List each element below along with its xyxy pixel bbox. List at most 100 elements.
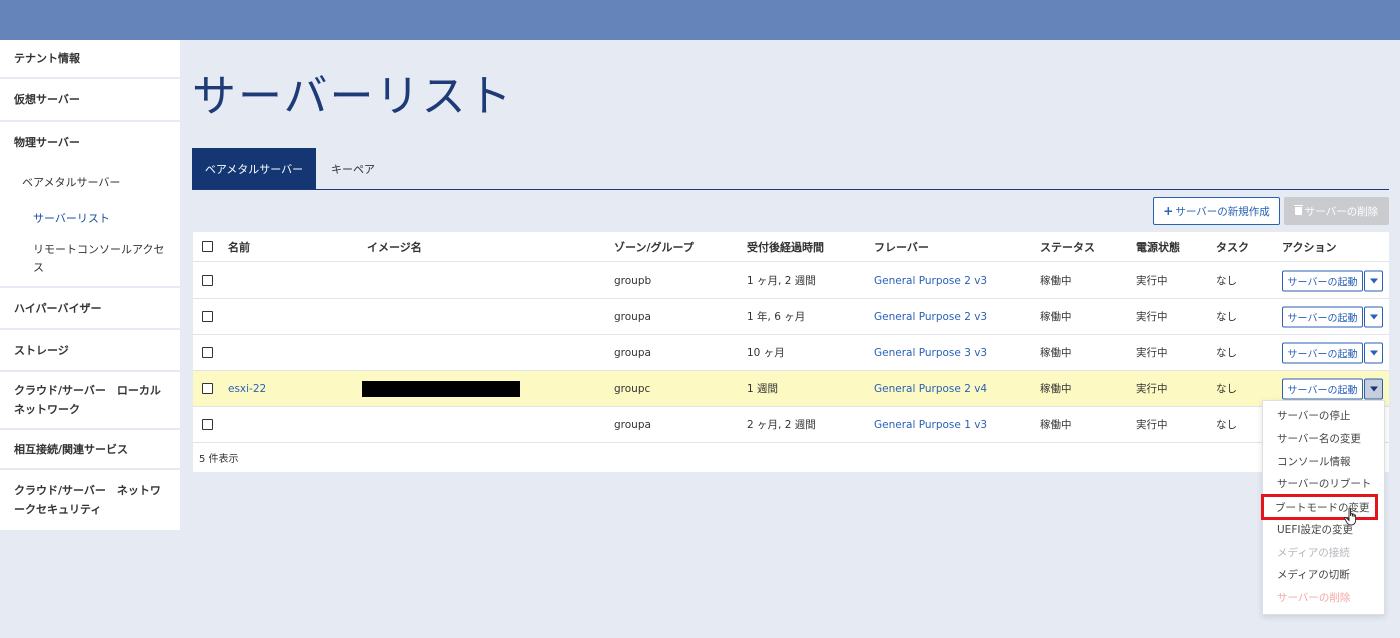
flavor-link[interactable]: General Purpose 3 v3 (874, 335, 987, 370)
menu-item-rename-server[interactable]: サーバー名の変更 (1263, 427, 1384, 449)
task-cell: なし (1216, 383, 1237, 395)
table-row: groupa 10 ヶ月 General Purpose 3 v3 稼働中 実行… (193, 335, 1389, 371)
power-cell: 実行中 (1136, 311, 1168, 323)
header-task[interactable]: タスク (1216, 232, 1249, 261)
menu-item-stop-server[interactable]: サーバーの停止 (1263, 404, 1384, 426)
row-checkbox[interactable] (202, 311, 213, 322)
row-count: 5 件表示 (199, 454, 239, 465)
menu-item-detach-media[interactable]: メディアの切断 (1263, 563, 1384, 585)
elapsed-cell: 10 ヶ月 (747, 347, 785, 359)
power-cell: 実行中 (1136, 347, 1168, 359)
sidebar-item-tenant-info[interactable]: テナント情報 (0, 40, 180, 79)
task-cell: なし (1216, 347, 1237, 359)
flavor-link[interactable]: General Purpose 2 v3 (874, 263, 987, 298)
zone-cell: groupa (614, 346, 651, 359)
start-server-button[interactable]: サーバーの起動 (1282, 342, 1363, 363)
sidebar-item-interconnect[interactable]: 相互接続/関連サービス (0, 430, 180, 470)
task-cell: なし (1216, 311, 1237, 323)
row-checkbox[interactable] (202, 347, 213, 358)
status-cell: 稼働中 (1040, 347, 1072, 359)
plus-icon: + (1163, 204, 1174, 218)
task-cell: なし (1216, 275, 1237, 287)
flavor-link[interactable]: General Purpose 2 v4 (874, 371, 987, 406)
flavor-link[interactable]: General Purpose 1 v3 (874, 407, 987, 442)
status-cell: 稼働中 (1040, 419, 1072, 431)
start-server-button[interactable]: サーバーの起動 (1282, 270, 1363, 291)
top-header-bar (0, 0, 1400, 40)
header-action: アクション (1282, 240, 1337, 254)
sidebar-item-server-list[interactable]: サーバーリスト (0, 202, 180, 236)
status-cell: 稼働中 (1040, 275, 1072, 287)
sidebar-item-physical-server[interactable]: 物理サーバー (0, 122, 180, 162)
tab-bar: ベアメタルサーバー キーペア (192, 148, 1389, 190)
action-menu-toggle[interactable] (1364, 342, 1383, 363)
table-row: groupb 1 ヶ月, 2 週間 General Purpose 2 v3 稼… (193, 263, 1389, 299)
server-name-link[interactable]: esxi-22 (228, 371, 266, 406)
server-table: 名前 イメージ名 ゾーン/グループ 受付後経過時間 フレーバー ステータス 電源… (193, 232, 1389, 472)
header-image[interactable]: イメージ名 (367, 232, 422, 261)
status-cell: 稼働中 (1040, 383, 1072, 395)
start-server-button[interactable]: サーバーの起動 (1282, 306, 1363, 327)
redacted-image-name (362, 380, 520, 397)
sidebar: テナント情報 仮想サーバー 物理サーバー ベアメタルサーバー サーバーリスト リ… (0, 40, 180, 638)
create-server-label: サーバーの新規作成 (1175, 205, 1270, 218)
create-server-button[interactable]: + サーバーの新規作成 (1153, 197, 1280, 225)
zone-cell: groupa (614, 310, 651, 323)
caret-down-icon (1369, 278, 1378, 283)
elapsed-cell: 1 週間 (747, 383, 779, 395)
action-menu-toggle[interactable] (1364, 378, 1383, 399)
zone-cell: groupb (614, 274, 652, 287)
caret-down-icon (1369, 350, 1378, 355)
table-row: groupa 2 ヶ月, 2 週間 General Purpose 1 v3 稼… (193, 407, 1389, 443)
table-header-row: 名前 イメージ名 ゾーン/グループ 受付後経過時間 フレーバー ステータス 電源… (193, 232, 1389, 262)
action-dropdown-menu: サーバーの停止 サーバー名の変更 コンソール情報 サーバーのリブート ブートモー… (1261, 400, 1385, 615)
status-cell: 稼働中 (1040, 311, 1072, 323)
trash-icon (1293, 205, 1303, 215)
table-row-selected: esxi-22 groupc 1 週間 General Purpose 2 v4… (193, 371, 1389, 407)
hand-pointer-icon (1344, 507, 1357, 526)
header-power[interactable]: 電源状態 (1136, 232, 1180, 261)
select-all-checkbox[interactable] (202, 241, 213, 252)
header-name[interactable]: 名前 (228, 232, 250, 261)
start-server-button[interactable]: サーバーの起動 (1282, 378, 1363, 399)
elapsed-cell: 1 年, 6 ヶ月 (747, 311, 806, 323)
menu-item-uefi-settings[interactable]: UEFI設定の変更 (1263, 518, 1384, 540)
header-flavor[interactable]: フレーバー (874, 232, 929, 261)
table-row: groupa 1 年, 6 ヶ月 General Purpose 2 v3 稼働… (193, 299, 1389, 335)
menu-item-change-boot-mode[interactable]: ブートモードの変更 (1261, 494, 1378, 520)
row-checkbox[interactable] (202, 383, 213, 394)
power-cell: 実行中 (1136, 383, 1168, 395)
delete-server-button[interactable]: サーバーの削除 (1284, 197, 1389, 225)
sidebar-item-baremetal-server[interactable]: ベアメタルサーバー (0, 162, 180, 202)
row-checkbox[interactable] (202, 275, 213, 286)
sidebar-item-storage[interactable]: ストレージ (0, 330, 180, 372)
elapsed-cell: 1 ヶ月, 2 週間 (747, 275, 816, 287)
row-checkbox[interactable] (202, 419, 213, 430)
tab-keypair[interactable]: キーペア (316, 148, 390, 189)
menu-item-attach-media[interactable]: メディアの接続 (1263, 541, 1384, 563)
sidebar-item-local-network[interactable]: クラウド/サーバー ローカルネットワーク (0, 372, 180, 430)
caret-down-icon (1369, 386, 1378, 391)
power-cell: 実行中 (1136, 275, 1168, 287)
header-status[interactable]: ステータス (1040, 232, 1095, 261)
sidebar-item-remote-console[interactable]: リモートコンソールアクセス (0, 236, 180, 288)
power-cell: 実行中 (1136, 419, 1168, 431)
zone-cell: groupa (614, 418, 651, 431)
tab-baremetal-server[interactable]: ベアメタルサーバー (192, 148, 316, 189)
flavor-link[interactable]: General Purpose 2 v3 (874, 299, 987, 334)
header-elapsed[interactable]: 受付後経過時間 (747, 232, 824, 261)
menu-item-reboot-server[interactable]: サーバーのリブート (1263, 472, 1384, 494)
delete-server-label: サーバーの削除 (1304, 205, 1379, 218)
caret-down-icon (1369, 314, 1378, 319)
menu-item-delete-server[interactable]: サーバーの削除 (1263, 586, 1384, 608)
sidebar-item-virtual-server[interactable]: 仮想サーバー (0, 79, 180, 122)
menu-item-console-info[interactable]: コンソール情報 (1263, 450, 1384, 472)
sidebar-item-network-security[interactable]: クラウド/サーバー ネットワークセキュリティ (0, 470, 180, 532)
header-zone[interactable]: ゾーン/グループ (614, 232, 694, 261)
action-menu-toggle[interactable] (1364, 270, 1383, 291)
zone-cell: groupc (614, 382, 651, 395)
elapsed-cell: 2 ヶ月, 2 週間 (747, 419, 816, 431)
task-cell: なし (1216, 419, 1237, 431)
action-menu-toggle[interactable] (1364, 306, 1383, 327)
sidebar-item-hypervisor[interactable]: ハイパーバイザー (0, 288, 180, 330)
